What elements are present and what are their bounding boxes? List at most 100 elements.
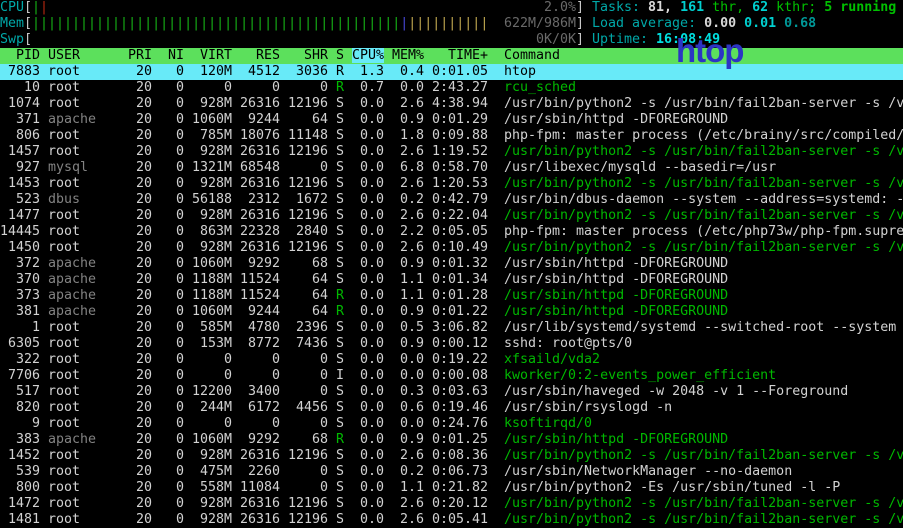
cell-ni: 0 [152, 464, 184, 480]
cell-pri: 20 [128, 288, 152, 304]
cell-pri: 20 [128, 256, 152, 272]
status-segment: kthr; [776, 0, 824, 15]
cell-pri: 20 [128, 160, 152, 176]
cell-user: root [48, 144, 128, 160]
cpu-meter-ticks: || [32, 0, 48, 15]
cell-time: 0:19.22 [424, 352, 488, 368]
cell-cpu: 0.0 [344, 304, 384, 320]
cell-res: 2260 [232, 464, 280, 480]
column-header-time[interactable]: TIME+ [424, 48, 488, 64]
column-header-mem[interactable]: MEM% [384, 48, 424, 64]
cell-res: 4512 [232, 64, 280, 80]
cell-s: R [336, 432, 344, 448]
process-row[interactable]: 370apache2001188M1152464S0.01.10:01.34/u… [0, 272, 903, 288]
cell-cmd: kworker/0:2-events_power_efficient [504, 368, 903, 384]
process-row[interactable]: 1477root200928M2631612196S0.02.60:22.04/… [0, 208, 903, 224]
column-header-pid[interactable]: PID [0, 48, 40, 64]
cell-cmd: /usr/lib/systemd/systemd --switched-root… [504, 320, 903, 336]
cell-time: 2:43.27 [424, 80, 488, 96]
cell-user: root [48, 320, 128, 336]
cell-res: 26316 [232, 208, 280, 224]
process-row[interactable]: 927mysql2001321M685480S0.06.80:58.70/usr… [0, 160, 903, 176]
process-row[interactable]: 820root200244M61724456S0.00.60:19.46/usr… [0, 400, 903, 416]
cell-cmd: ksoftirqd/0 [504, 416, 903, 432]
cell-s: S [336, 336, 344, 352]
cell-cmd: /usr/bin/python2 -s /usr/bin/fail2ban-se… [504, 208, 903, 224]
cell-virt: 928M [184, 512, 232, 528]
table-header: PIDUSERPRINIVIRTRESSHRSCPU%MEM%TIME+Comm… [0, 48, 903, 64]
cell-ni: 0 [152, 416, 184, 432]
cell-cpu: 0.0 [344, 432, 384, 448]
process-row[interactable]: 381apache2001060M924464R0.00.90:01.22/us… [0, 304, 903, 320]
cell-cpu: 0.0 [344, 336, 384, 352]
cell-virt: 0 [184, 352, 232, 368]
cell-mem: 2.6 [384, 448, 424, 464]
cell-virt: 56188 [184, 192, 232, 208]
column-header-s[interactable]: S [336, 48, 344, 64]
process-row[interactable]: 371apache2001060M924464S0.00.90:01.29/us… [0, 112, 903, 128]
cell-user: root [48, 208, 128, 224]
cell-user: dbus [48, 192, 128, 208]
cell-cmd: /usr/sbin/httpd -DFOREGROUND [504, 432, 903, 448]
process-row[interactable]: 14445root200863M223282840S0.02.20:05.05p… [0, 224, 903, 240]
cell-user: root [48, 352, 128, 368]
process-row[interactable]: 1root200585M47802396S0.00.53:06.82/usr/l… [0, 320, 903, 336]
cell-time: 4:38.94 [424, 96, 488, 112]
process-row[interactable]: 1452root200928M2631612196S0.02.60:08.36/… [0, 448, 903, 464]
column-header-cpu[interactable]: CPU% [344, 48, 384, 64]
cell-res: 3400 [232, 384, 280, 400]
column-header-user[interactable]: USER [48, 48, 128, 64]
column-header-ni[interactable]: NI [152, 48, 184, 64]
process-row[interactable]: 9root200000S0.00.00:24.76ksoftirqd/0 [0, 416, 903, 432]
cell-s: S [336, 416, 344, 432]
cell-virt: 928M [184, 96, 232, 112]
cell-res: 26316 [232, 144, 280, 160]
process-row[interactable]: 7883root200120M45123036R1.30.40:01.05hto… [0, 64, 903, 80]
status-segment: 0.68 [784, 16, 816, 31]
process-row[interactable]: 372apache2001060M929268S0.00.90:01.32/us… [0, 256, 903, 272]
process-row[interactable]: 7706root200000I0.00.00:00.08kworker/0:2-… [0, 368, 903, 384]
cell-res: 9244 [232, 112, 280, 128]
process-row[interactable]: 1457root200928M2631612196S0.02.61:19.52/… [0, 144, 903, 160]
process-row[interactable]: 539root200475M22600S0.00.20:06.73/usr/sb… [0, 464, 903, 480]
cell-s: R [336, 288, 344, 304]
process-row[interactable]: 1450root200928M2631612196S0.02.60:10.49/… [0, 240, 903, 256]
process-row[interactable]: 1074root200928M2631612196S0.02.64:38.94/… [0, 96, 903, 112]
close-bracket: ] [576, 0, 584, 16]
column-header-virt[interactable]: VIRT [184, 48, 232, 64]
process-row[interactable]: 1472root200928M2631612196S0.02.60:20.12/… [0, 496, 903, 512]
cell-shr: 12196 [280, 448, 328, 464]
cell-pid: 820 [0, 400, 40, 416]
status-segment: 62 [752, 0, 776, 15]
cell-res: 0 [232, 416, 280, 432]
column-header-shr[interactable]: SHR [280, 48, 328, 64]
column-header-label: CPU% [352, 48, 384, 63]
cell-mem: 0.2 [384, 192, 424, 208]
cell-res: 26316 [232, 512, 280, 528]
process-row[interactable]: 373apache2001188M1152464R0.01.10:01.28/u… [0, 288, 903, 304]
process-row[interactable]: 517root2001220034000S0.00.30:03.63/usr/s… [0, 384, 903, 400]
open-bracket: [ [24, 0, 32, 16]
cell-cmd: /usr/libexec/mysqld --basedir=/usr [504, 160, 903, 176]
cell-cpu: 0.0 [344, 352, 384, 368]
cell-ni: 0 [152, 512, 184, 528]
column-header-res[interactable]: RES [232, 48, 280, 64]
cell-pri: 20 [128, 144, 152, 160]
column-header-pri[interactable]: PRI [128, 48, 152, 64]
cell-time: 0:21.82 [424, 480, 488, 496]
cell-ni: 0 [152, 112, 184, 128]
process-row[interactable]: 800root200558M110840S0.01.10:21.82/usr/b… [0, 480, 903, 496]
cell-cmd: /usr/bin/python2 -s /usr/bin/fail2ban-se… [504, 448, 903, 464]
process-row[interactable]: 6305root200153M87727436S0.00.90:00.12ssh… [0, 336, 903, 352]
process-row[interactable]: 1481root200928M2631612196S0.02.60:05.41/… [0, 512, 903, 528]
process-row[interactable]: 523dbus2005618823121672S0.00.20:42.79/us… [0, 192, 903, 208]
cell-shr: 0 [280, 352, 328, 368]
process-row[interactable]: 1453root200928M2631612196S0.02.61:20.53/… [0, 176, 903, 192]
process-row[interactable]: 383apache2001060M929268R0.00.90:01.25/us… [0, 432, 903, 448]
process-row[interactable]: 322root200000S0.00.00:19.22xfsaild/vda2 [0, 352, 903, 368]
cell-s: S [336, 224, 344, 240]
cell-shr: 4456 [280, 400, 328, 416]
process-row[interactable]: 10root200000R0.70.02:43.27rcu_sched [0, 80, 903, 96]
cell-pri: 20 [128, 96, 152, 112]
process-row[interactable]: 806root200785M1807611148S0.01.80:09.88ph… [0, 128, 903, 144]
